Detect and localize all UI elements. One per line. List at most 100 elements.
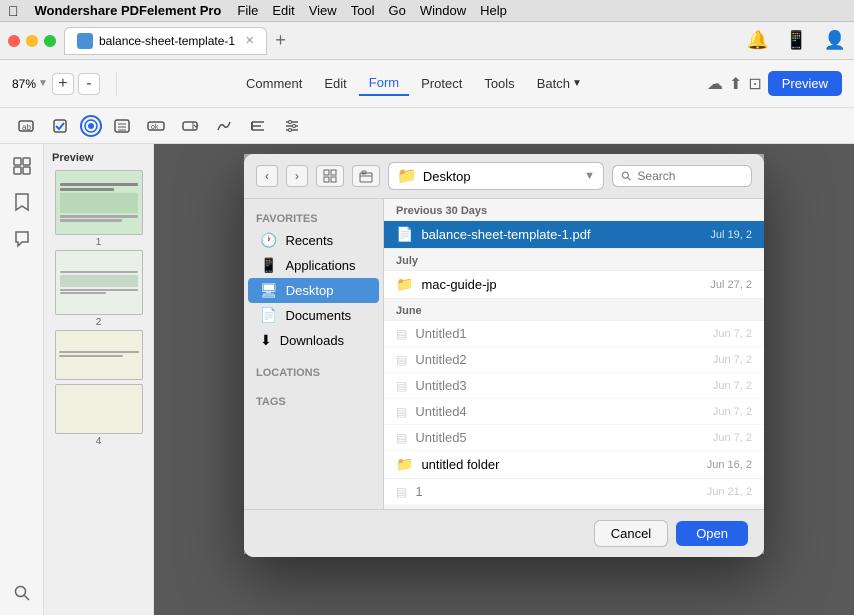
file-item-untitled3[interactable]: ▤ Untitled3 Jun 7, 2 [384,373,764,399]
menu-help[interactable]: Help [480,3,507,18]
menu-view[interactable]: View [309,3,337,18]
menubar:  Wondershare PDFelement Pro File Edit V… [0,0,854,22]
notification-icon[interactable]: 🔔 [747,30,769,51]
checkbox-icon[interactable] [46,112,74,140]
menu-edit[interactable]: Edit [272,3,294,18]
file-item-untitled-folder[interactable]: 📁 untitled folder Jun 16, 2 [384,451,764,479]
cloud-upload-icon[interactable]: ☁ [707,74,723,94]
file-date-untitled5: Jun 7, 2 [713,432,752,444]
thumb-page-num-2: 2 [94,315,104,330]
file-item-untitled1[interactable]: ▤ Untitled1 Jun 7, 2 [384,321,764,347]
layout-icon[interactable]: ⊡ [748,74,761,94]
main-area: Preview 1 [0,144,854,615]
zoom-level: 87% [12,77,36,91]
dialog-search[interactable] [612,165,752,187]
dropdown-icon[interactable] [176,112,204,140]
form-menu-button[interactable]: Form [359,71,409,96]
file-item-1[interactable]: ▤ 1 Jun 21, 2 [384,479,764,505]
toolbar-right: ☁ ⬆ ⊡ Preview [707,71,842,96]
toolbar-left: 87% ▼ + - [12,73,100,95]
file-date-untitled4: Jun 7, 2 [713,406,752,418]
section-june: June [384,299,764,321]
location-dropdown-icon[interactable]: ▼ [584,170,595,182]
share-icon[interactable]: ⬆ [729,74,742,94]
dialog-footer: Cancel Open [244,509,764,557]
maximize-button[interactable] [44,35,56,47]
dialog-location[interactable]: 📁 Desktop ▼ [388,162,604,190]
radio-icon[interactable] [80,115,102,137]
locations-label: Locations [244,361,383,382]
thumbnail-4[interactable]: 4 [52,384,145,449]
search-input[interactable] [637,169,743,183]
downloads-icon: ⬇ [260,332,272,349]
sidebar-item-desktop[interactable]: 🖥 Desktop [248,278,379,303]
dialog-forward-button[interactable]: › [286,165,308,187]
menu-window[interactable]: Window [420,3,466,18]
main-toolbar: 87% ▼ + - Comment Edit Form Protect Tool… [0,60,854,108]
folder-icon-mac-guide: 📁 [396,276,413,293]
mobile-icon[interactable]: 📱 [785,30,807,51]
dialog-view-button[interactable] [316,165,344,187]
zoom-out-button[interactable]: - [78,73,100,95]
file-item-untitled2[interactable]: ▤ Untitled2 Jun 7, 2 [384,347,764,373]
window-controls[interactable] [8,35,56,47]
annotation-icon[interactable] [8,224,36,252]
zoom-control[interactable]: 87% ▼ [12,77,48,91]
sidebar-item-documents[interactable]: 📄 Documents [248,303,379,328]
file-item-untitled4[interactable]: ▤ Untitled4 Jun 7, 2 [384,399,764,425]
tab-title: balance-sheet-template-1 [99,34,235,48]
batch-menu-button[interactable]: Batch▼ [527,72,592,95]
dialog-newdir-button[interactable] [352,165,380,187]
cancel-button[interactable]: Cancel [594,520,668,547]
tools-menu-button[interactable]: Tools [474,72,524,95]
account-icon[interactable]: 👤 [824,30,846,51]
edit-menu-button[interactable]: Edit [314,72,356,95]
file-item-balance-sheet[interactable]: 📄 balance-sheet-template-1.pdf Jul 19, 2 [384,221,764,249]
comment-menu-button[interactable]: Comment [236,72,312,95]
recents-icon: 🕐 [260,232,277,249]
thumbnail-2[interactable]: 2 [52,250,145,330]
menu-tool[interactable]: Tool [351,3,375,18]
align-left-icon[interactable] [244,112,272,140]
file-item-mac-guide[interactable]: 📁 mac-guide-jp Jul 27, 2 [384,271,764,299]
dialog-body: Favorites 🕐 Recents 📱 Applications 🖥 [244,199,764,509]
list-icon[interactable] [108,112,136,140]
add-tab-button[interactable]: + [275,30,286,51]
file-name-mac-guide: mac-guide-jp [421,277,702,292]
settings-icon[interactable] [278,112,306,140]
active-tab[interactable]: balance-sheet-template-1 ✕ [64,27,267,55]
tab-close-button[interactable]: ✕ [245,34,254,47]
dialog-overlay: ‹ › 📁 Desktop ▼ [154,144,854,615]
file-icon-untitled4: ▤ [396,405,407,419]
file-icon-untitled5: ▤ [396,431,407,445]
thumbnail-3[interactable] [52,330,145,380]
dialog-toolbar: ‹ › 📁 Desktop ▼ [244,154,764,199]
file-icon-untitled3: ▤ [396,379,407,393]
zoom-in-button[interactable]: + [52,73,74,95]
close-button[interactable] [8,35,20,47]
protect-menu-button[interactable]: Protect [411,72,472,95]
search-icon[interactable] [8,579,36,607]
open-button[interactable]: Open [676,521,748,546]
bookmark-icon[interactable] [8,188,36,216]
input-icon[interactable]: ok [142,112,170,140]
thumbnails-icon[interactable] [8,152,36,180]
sidebar-item-downloads[interactable]: ⬇ Downloads [248,328,379,353]
dialog-back-button[interactable]: ‹ [256,165,278,187]
menu-file[interactable]: File [237,3,258,18]
folder-icon-untitled-folder: 📁 [396,456,413,473]
menu-go[interactable]: Go [389,3,406,18]
file-item-untitled5[interactable]: ▤ Untitled5 Jun 7, 2 [384,425,764,451]
signature-icon[interactable] [210,112,238,140]
sidebar-item-recents[interactable]: 🕐 Recents [248,228,379,253]
text-field-icon[interactable]: ab [12,112,40,140]
apple-menu[interactable]:  [8,3,19,19]
thumbnail-panel: Preview 1 [44,144,154,615]
sidebar-item-applications[interactable]: 📱 Applications [248,253,379,278]
preview-button[interactable]: Preview [768,71,842,96]
thumbnail-1[interactable]: 1 [52,170,145,250]
zoom-dropdown-icon[interactable]: ▼ [38,78,48,89]
minimize-button[interactable] [26,35,38,47]
thumbnails-label: Preview [52,152,145,164]
pdf-area: NET ASSETS (NET WORTH) $0 $0 $0 $0 $0 $0… [154,144,854,615]
